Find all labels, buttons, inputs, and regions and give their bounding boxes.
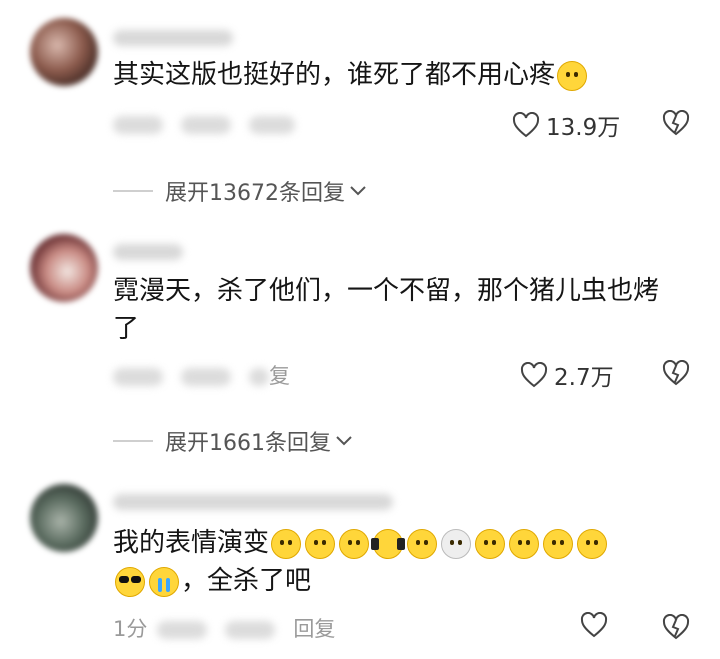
heart-icon xyxy=(520,362,548,388)
broken-heart-icon[interactable] xyxy=(662,360,690,386)
like-count: 13.9万 xyxy=(546,115,621,141)
crying-emoji xyxy=(149,566,179,597)
scream-emoji xyxy=(441,528,472,559)
like-button[interactable]: 2.7万 xyxy=(520,358,614,392)
divider-line xyxy=(113,190,153,192)
username-blurred[interactable] xyxy=(113,494,393,510)
like-button[interactable] xyxy=(580,612,614,638)
pleading-hands-emoji xyxy=(577,528,608,559)
extra-blurred xyxy=(225,621,276,639)
pleading-emoji xyxy=(557,60,588,91)
time-blurred xyxy=(113,368,163,386)
comment-meta xyxy=(113,112,313,136)
chevron-down-icon xyxy=(350,186,366,196)
heart-icon xyxy=(580,612,608,638)
pleading-emoji xyxy=(543,528,574,559)
reply-button[interactable]: 复 xyxy=(269,364,290,388)
headphone-emoji xyxy=(371,528,406,559)
reply-prefix-blurred xyxy=(249,368,269,386)
like-count: 2.7万 xyxy=(554,365,614,391)
comment-meta: 复 xyxy=(113,360,290,390)
time-label: 1分 xyxy=(113,617,148,641)
comment-text: 其实这版也挺好的，谁死了都不用心疼 xyxy=(113,56,680,94)
avatar[interactable] xyxy=(30,484,98,552)
location-blurred xyxy=(157,621,208,639)
broken-heart-icon[interactable] xyxy=(662,110,690,136)
location-blurred xyxy=(181,116,231,134)
time-blurred xyxy=(113,116,163,134)
avatar[interactable] xyxy=(30,18,98,86)
comment-text: 我的表情演变 ，全杀了吧 xyxy=(113,524,700,600)
sweat-smile-emoji xyxy=(509,528,540,559)
like-button[interactable]: 13.9万 xyxy=(512,108,620,142)
expand-label: 展开1661条回复 xyxy=(165,431,331,456)
shock-emoji xyxy=(407,528,438,559)
smile-emoji xyxy=(271,528,302,559)
chevron-down-icon xyxy=(336,436,352,446)
avatar[interactable] xyxy=(30,234,98,302)
expand-label: 展开13672条回复 xyxy=(165,181,345,206)
heart-icon xyxy=(512,112,540,138)
comment-meta: 1分 回复 xyxy=(113,613,335,643)
reply-button[interactable] xyxy=(249,116,295,134)
username-blurred[interactable] xyxy=(113,30,233,46)
broken-heart-icon[interactable] xyxy=(662,614,690,640)
reply-button[interactable]: 回复 xyxy=(293,617,335,641)
sunglasses-emoji xyxy=(115,566,145,597)
dizzy-emoji xyxy=(339,528,370,559)
expand-replies-button[interactable]: 展开13672条回复 xyxy=(113,175,367,207)
username-blurred[interactable] xyxy=(113,244,183,260)
comment-text: 霓漫天，杀了他们，一个不留，那个猪儿虫也烤了 xyxy=(113,276,660,344)
divider-line xyxy=(113,440,153,442)
awkward-emoji xyxy=(475,528,506,559)
expand-replies-button[interactable]: 展开1661条回复 xyxy=(113,425,353,457)
smirk-emoji xyxy=(305,528,336,559)
location-blurred xyxy=(181,368,231,386)
